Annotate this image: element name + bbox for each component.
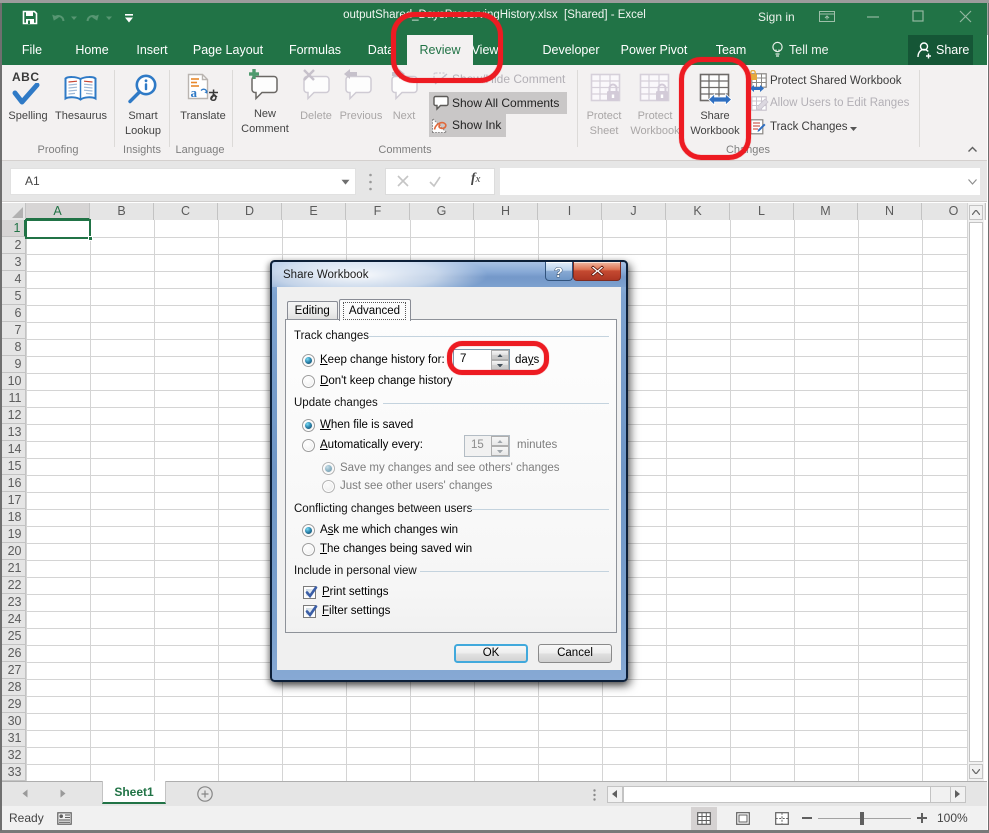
svg-text:a: a (191, 85, 198, 100)
svg-text:?: ? (554, 265, 563, 279)
